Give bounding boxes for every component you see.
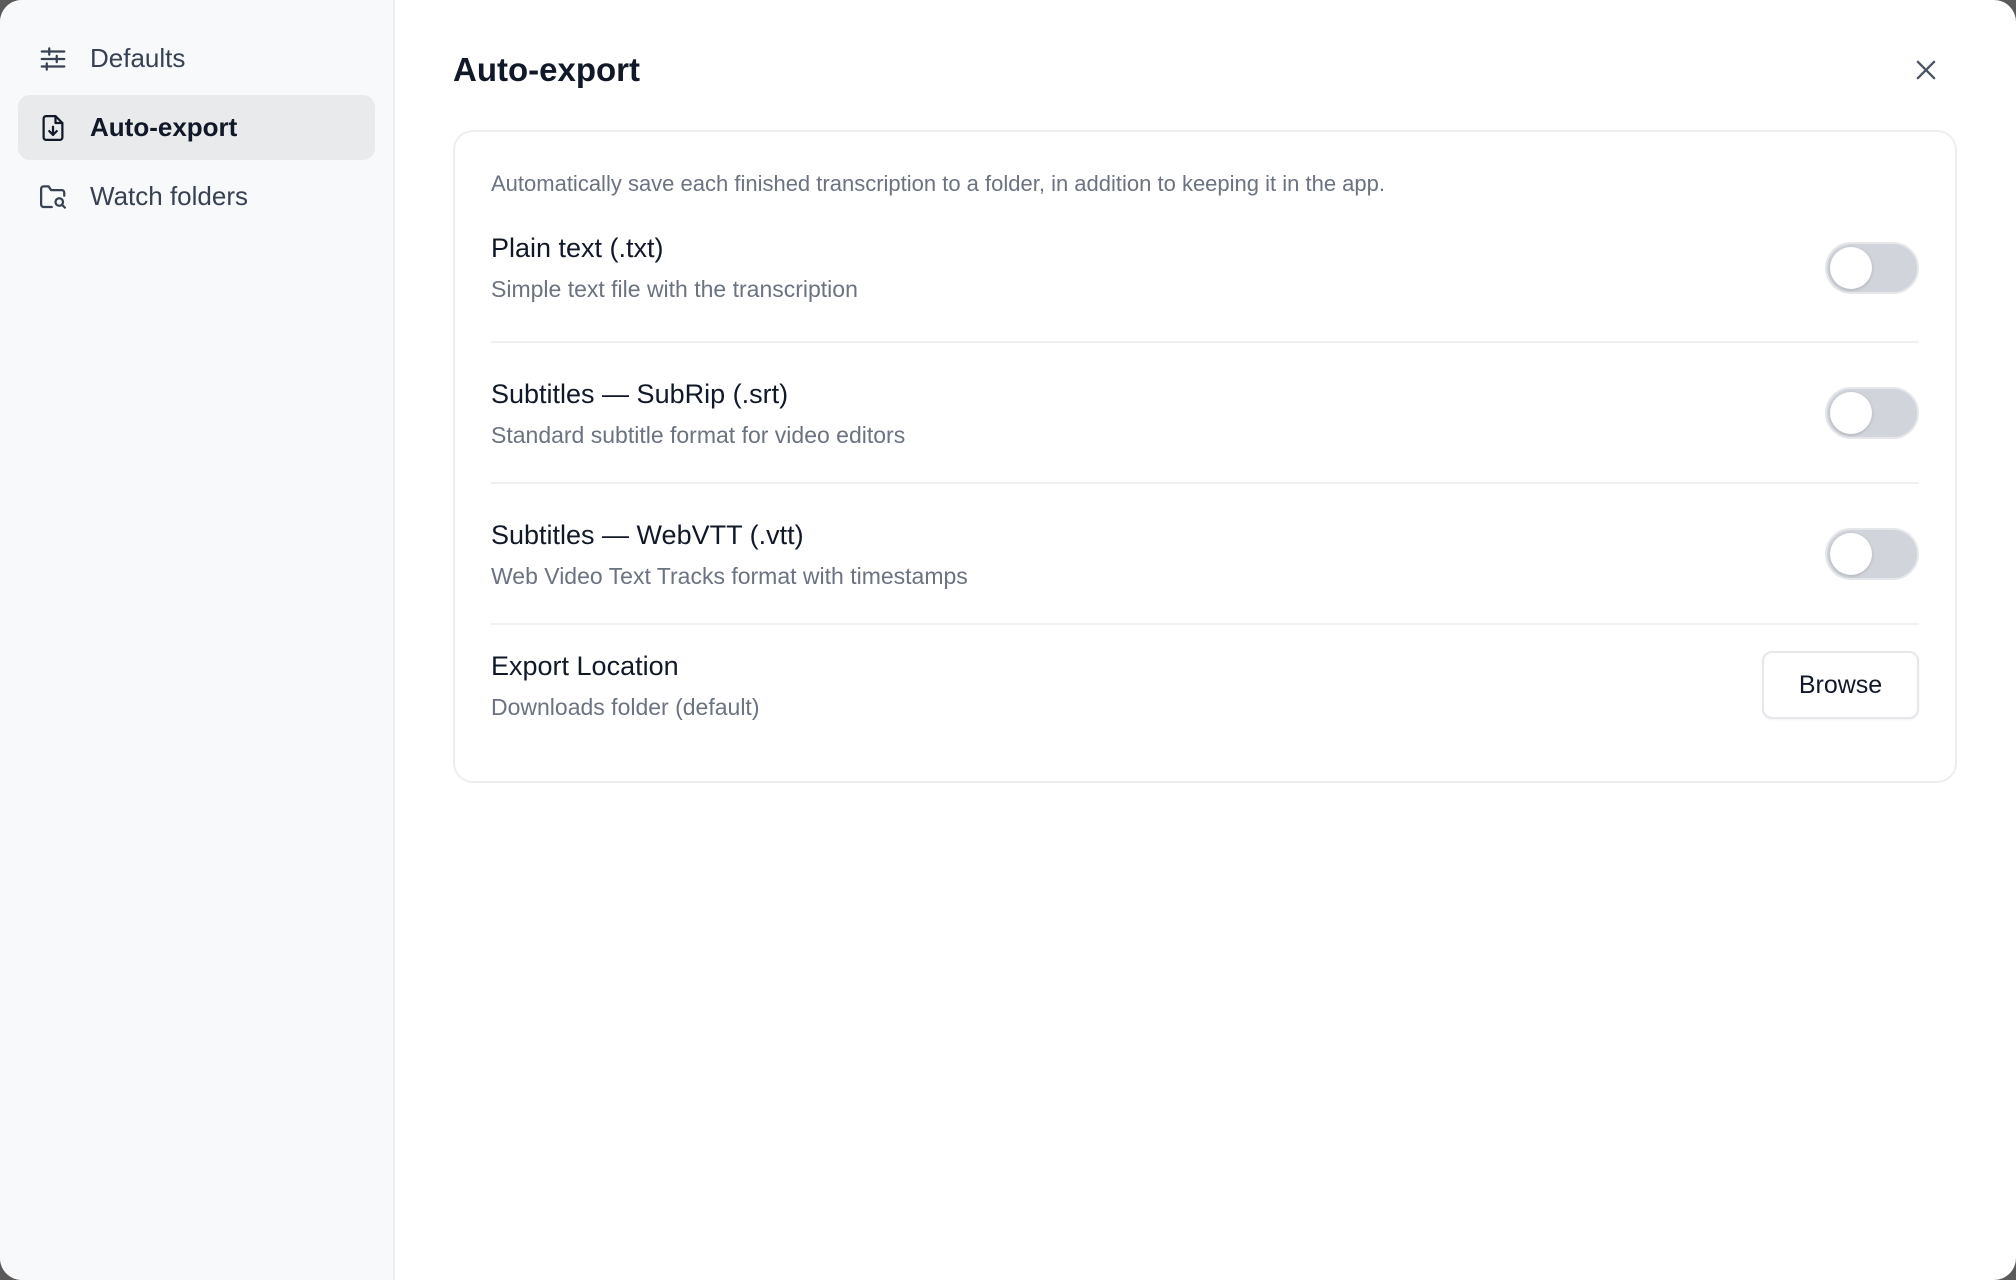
- option-title: Subtitles — SubRip (.srt): [491, 378, 789, 409]
- srt-toggle[interactable]: [1825, 386, 1919, 439]
- sidebar-item-watch-folders[interactable]: Watch folders: [18, 164, 375, 229]
- option-title: Plain text (.txt): [491, 233, 664, 263]
- sidebar-item-defaults[interactable]: Defaults: [18, 26, 375, 91]
- intro-text: Automatically save each finished transcr…: [491, 171, 1385, 196]
- sliders-icon: [38, 44, 68, 74]
- folder-search-icon: [38, 182, 68, 212]
- sidebar-item-auto-export[interactable]: Auto-export: [18, 95, 375, 160]
- option-row-srt: Subtitles — SubRip (.srt) Standard subti…: [491, 343, 1919, 484]
- main-panel: Auto-export Automatically save each fini…: [395, 0, 2016, 1280]
- option-row-vtt: Subtitles — WebVTT (.vtt) Web Video Text…: [491, 484, 1919, 625]
- toggle-knob: [1830, 532, 1872, 575]
- auto-export-card: Automatically save each finished transcr…: [453, 130, 1957, 783]
- txt-toggle[interactable]: [1825, 242, 1919, 294]
- toggle-knob: [1830, 247, 1872, 289]
- option-title: Subtitles — WebVTT (.vtt): [491, 519, 804, 550]
- option-description: Simple text file with the transcription: [491, 276, 858, 302]
- option-description: Standard subtitle format for video edito…: [491, 421, 906, 448]
- close-button[interactable]: [1908, 52, 1944, 88]
- page-title: Auto-export: [453, 51, 640, 88]
- sidebar: Defaults Auto-export Watch folders: [0, 0, 395, 1280]
- option-description: Web Video Text Tracks format with timest…: [491, 562, 968, 589]
- settings-dialog: Defaults Auto-export Watch folders Auto-…: [0, 0, 2016, 1280]
- sidebar-item-label: Watch folders: [90, 181, 248, 211]
- export-location-row: Export Location Downloads folder (defaul…: [491, 625, 1919, 745]
- file-download-icon: [38, 113, 68, 143]
- option-row-txt: Plain text (.txt) Simple text file with …: [491, 228, 1919, 343]
- sidebar-item-label: Defaults: [90, 43, 186, 73]
- sidebar-item-label: Auto-export: [90, 112, 238, 142]
- close-icon: [1916, 60, 1936, 80]
- export-location-value: Downloads folder (default): [491, 694, 760, 720]
- export-location-title: Export Location: [491, 651, 679, 681]
- vtt-toggle[interactable]: [1825, 527, 1919, 580]
- browse-button[interactable]: Browse: [1762, 651, 1919, 719]
- toggle-knob: [1830, 391, 1872, 434]
